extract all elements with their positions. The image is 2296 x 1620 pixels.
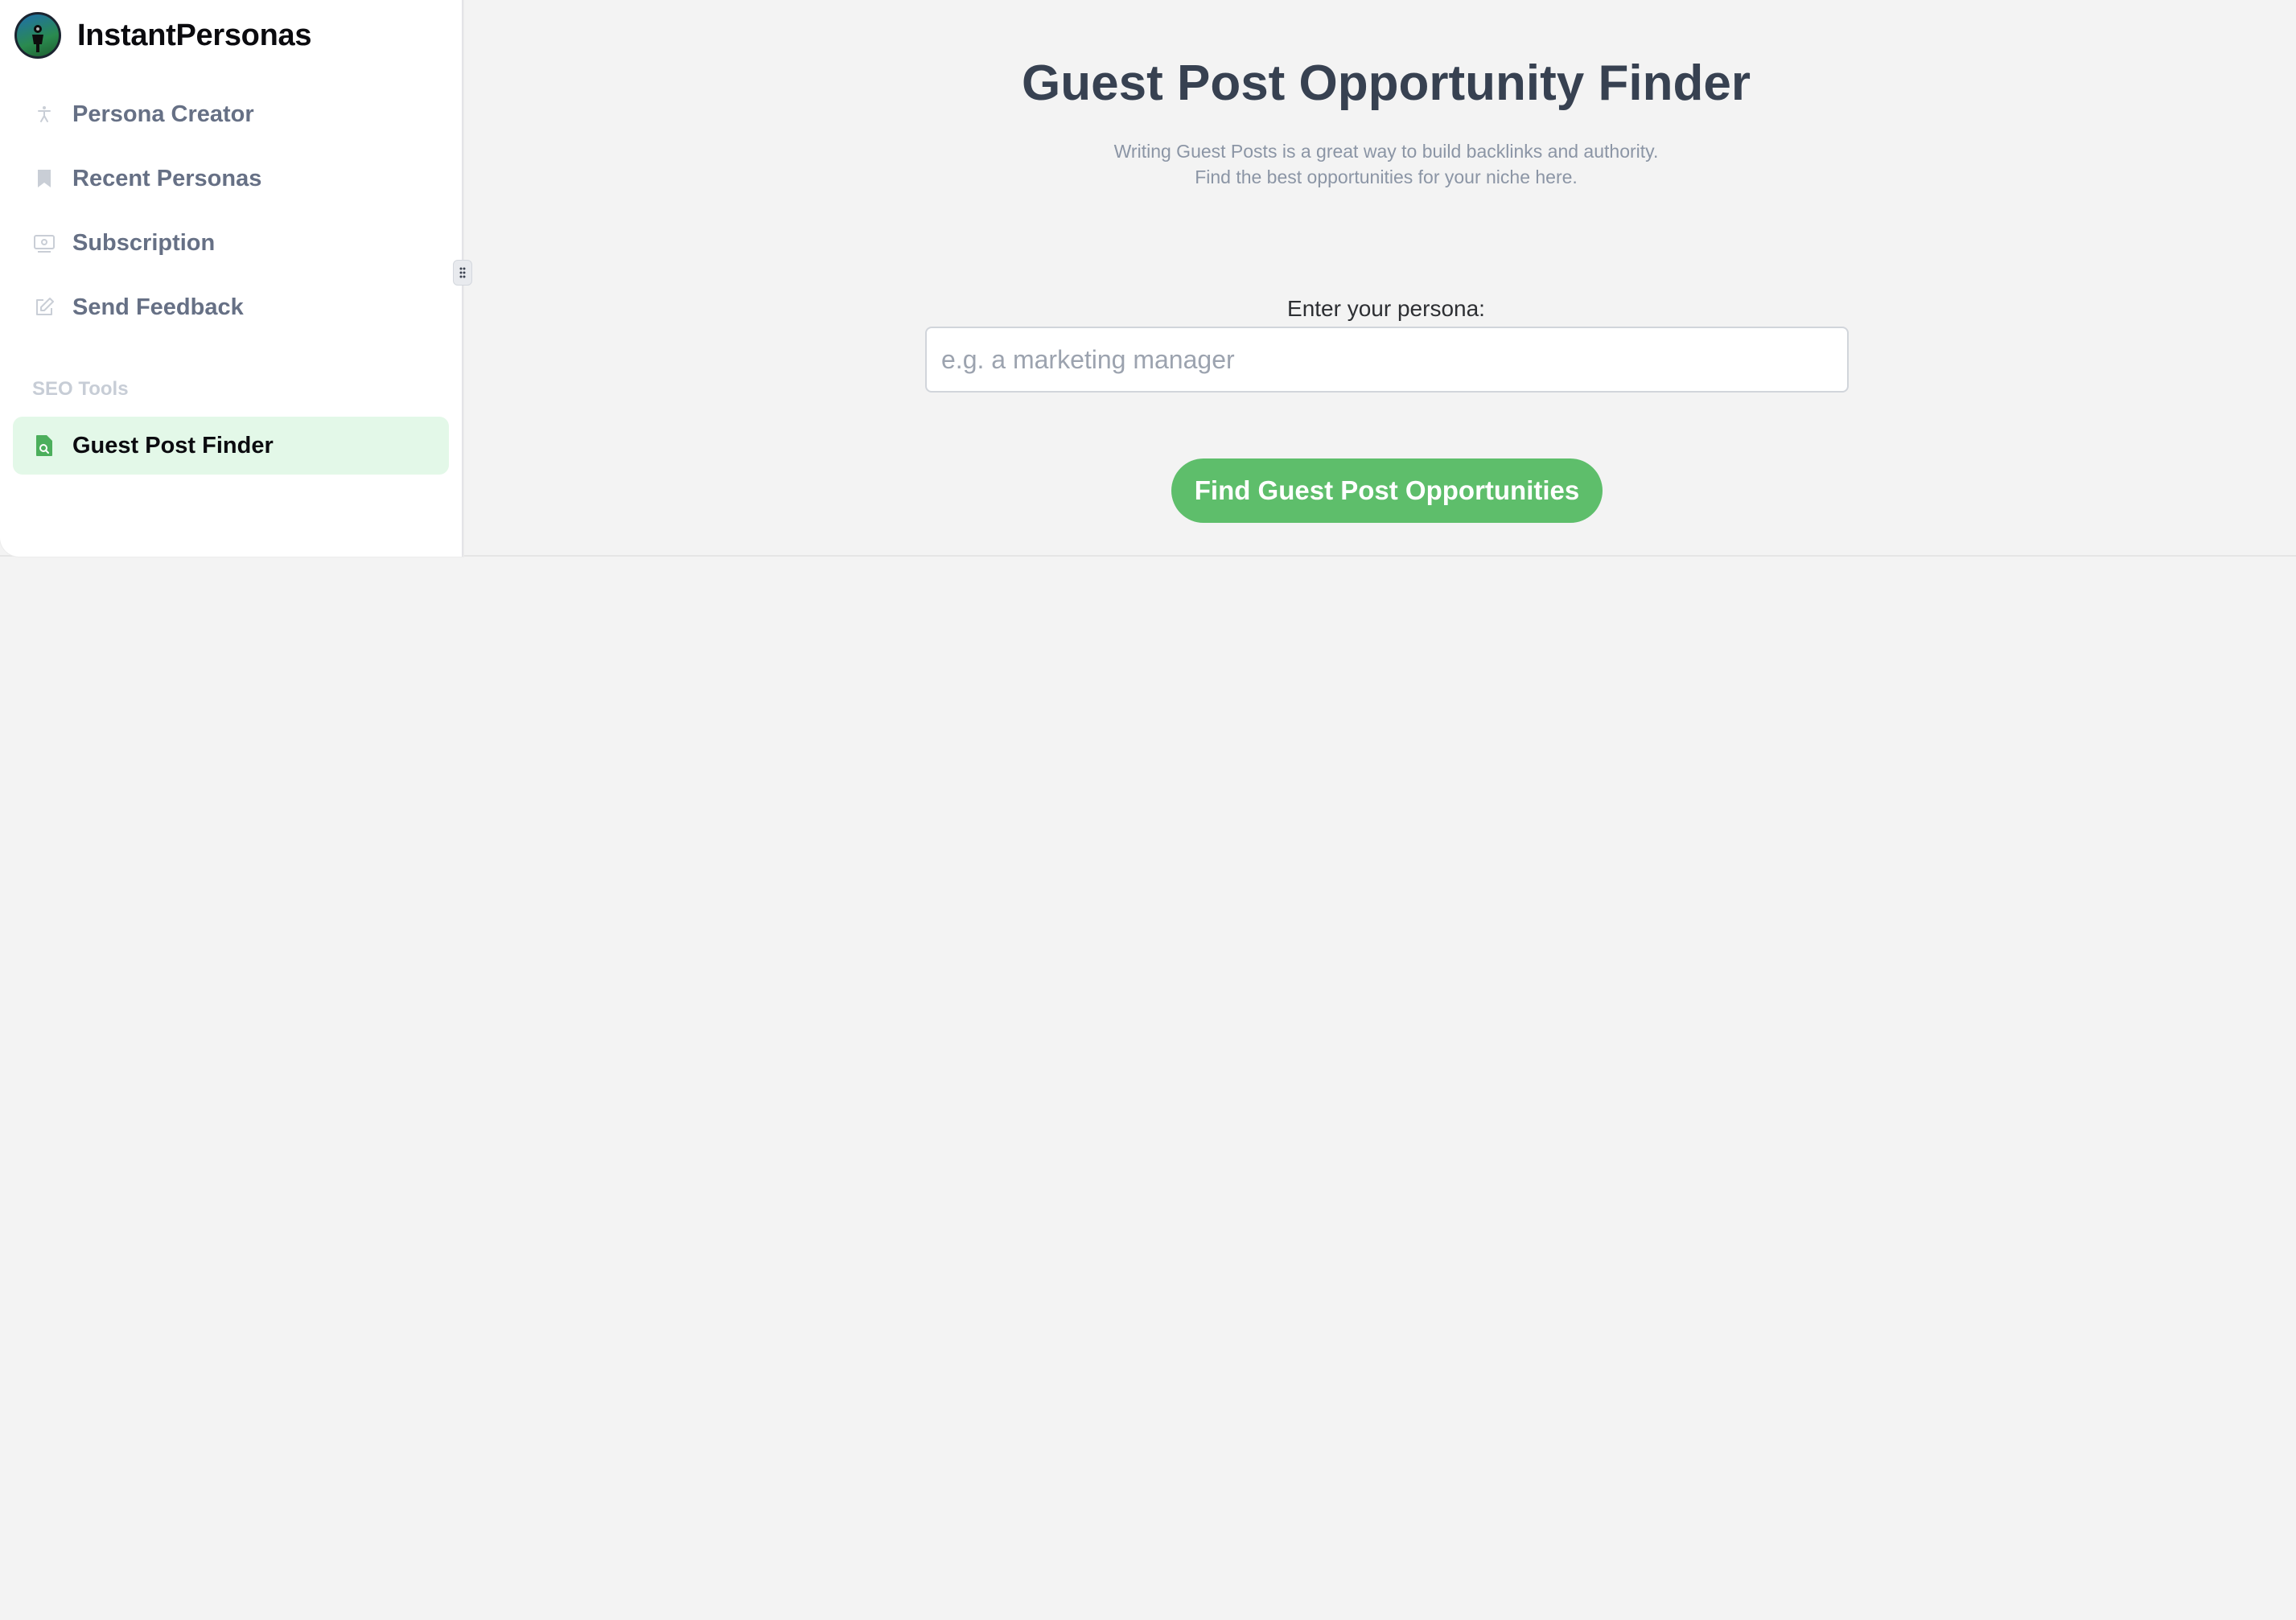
brand-name: InstantPersonas — [77, 18, 312, 52]
persona-label: Enter your persona: — [1287, 296, 1485, 321]
page-subtitle: Writing Guest Posts is a great way to bu… — [465, 138, 2296, 190]
sidebar-item-recent-personas[interactable]: Recent Personas — [13, 150, 449, 208]
sidebar-item-persona-creator[interactable]: Persona Creator — [13, 85, 449, 143]
sidebar-item-label: Send Feedback — [72, 294, 244, 320]
sidebar-nav: Persona Creator Recent Personas Subscrip… — [13, 85, 449, 343]
find-opportunities-button[interactable]: Find Guest Post Opportunities — [1171, 458, 1603, 523]
sidebar-item-label: Guest Post Finder — [72, 432, 274, 458]
sidebar-item-label: Recent Personas — [72, 165, 262, 191]
section-label-seo-tools: SEO Tools — [32, 378, 129, 400]
sidebar-item-subscription[interactable]: Subscription — [13, 214, 449, 272]
sidebar-item-label: Persona Creator — [72, 101, 254, 127]
main-content: Guest Post Opportunity Finder Writing Gu… — [465, 0, 2296, 555]
person-globe-logo — [14, 12, 61, 59]
edit-icon — [32, 295, 56, 319]
page-title: Guest Post Opportunity Finder — [1022, 56, 1751, 111]
file-search-icon — [32, 434, 56, 458]
sidebar: InstantPersonas Persona Creator Recent P… — [0, 0, 463, 557]
brand[interactable]: InstantPersonas — [14, 11, 311, 60]
persona-input[interactable] — [925, 327, 1849, 393]
subtitle-line: Find the best opportunities for your nic… — [1195, 167, 1578, 187]
bookmark-icon — [32, 167, 56, 191]
sidebar-item-guest-post-finder[interactable]: Guest Post Finder — [13, 417, 449, 475]
subtitle-line: Writing Guest Posts is a great way to bu… — [1113, 141, 1659, 162]
app-shell: InstantPersonas Persona Creator Recent P… — [0, 0, 2296, 557]
id-card-icon — [32, 231, 56, 255]
sidebar-item-label: Subscription — [72, 229, 216, 256]
accessibility-icon — [32, 102, 56, 126]
sidebar-item-send-feedback[interactable]: Send Feedback — [13, 278, 449, 336]
